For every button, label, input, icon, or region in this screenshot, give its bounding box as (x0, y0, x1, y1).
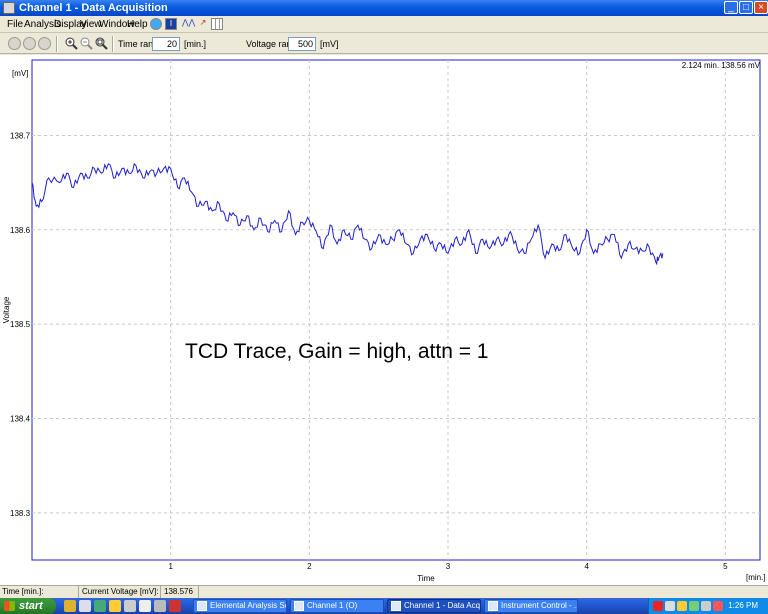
info-icon[interactable]: I (165, 18, 177, 30)
windows-flag-icon (4, 601, 15, 611)
cursor-readout: 2.124 min. 138.56 mV (681, 61, 760, 70)
clock: 1:26 PM (728, 601, 758, 610)
quicklaunch-doc-icon[interactable] (154, 600, 166, 612)
task-label: Elemental Analysis So... (210, 601, 286, 610)
menu-file[interactable]: File (7, 19, 23, 30)
toolbar-separator (56, 36, 58, 52)
x-tick-label: 4 (584, 562, 589, 571)
taskbar: start Elemental Analysis So... Channel 1… (0, 598, 768, 614)
y-tick-label: 138.6 (10, 226, 31, 235)
chart-icon[interactable]: ↗ (197, 18, 209, 30)
tray-volume-icon[interactable] (701, 601, 711, 611)
peaks-icon[interactable]: ⋀⋀ (182, 18, 195, 30)
window-title: Channel 1 - Data Acquisition (19, 2, 168, 14)
task-window-icon (197, 601, 207, 611)
start-button[interactable]: start (0, 598, 56, 614)
status-divider (78, 586, 79, 598)
zoom-out-icon[interactable] (80, 37, 93, 50)
x-tick-label: 5 (723, 562, 728, 571)
y-tick-label: 138.5 (10, 320, 31, 329)
tray-alert-icon[interactable] (713, 601, 723, 611)
y-unit-label: [mV] (12, 69, 29, 78)
quicklaunch-ie-icon[interactable] (64, 600, 76, 612)
task-window-icon (488, 601, 498, 611)
toolbar-separator (112, 36, 114, 52)
y-tick-label: 138.7 (10, 131, 31, 140)
status-divider (160, 586, 161, 598)
status-divider (198, 586, 199, 598)
pause-icon[interactable] (38, 37, 51, 50)
toolbar: Time range [min.] Voltage range [mV] (0, 34, 768, 54)
task-instrument-control[interactable]: Instrument Control - ... (484, 599, 578, 613)
quicklaunch-folder-icon[interactable] (109, 600, 121, 612)
task-channel-1[interactable]: Channel 1 (O) (290, 599, 384, 613)
time-range-input[interactable] (152, 37, 180, 51)
y-tick-label: 138.3 (10, 509, 31, 518)
y-tick-label: 138.4 (10, 414, 31, 423)
zoom-in-icon[interactable] (65, 37, 78, 50)
tray-shield-icon[interactable] (677, 601, 687, 611)
task-label: Channel 1 - Data Acq... (404, 601, 481, 610)
status-time-label: Time [min.]: (2, 587, 44, 596)
globe-icon[interactable] (150, 18, 162, 30)
task-elemental-analysis[interactable]: Elemental Analysis So... (193, 599, 287, 613)
y-axis-title: Voltage (2, 296, 11, 323)
title-bar: Channel 1 - Data Acquisition _ □ × (0, 0, 768, 16)
x-unit-label: [min.] (746, 573, 766, 582)
quicklaunch-tool-icon[interactable] (124, 600, 136, 612)
time-range-unit: [min.] (184, 39, 207, 49)
zoom-fit-icon[interactable] (95, 37, 108, 50)
quicklaunch-paint-icon[interactable] (169, 600, 181, 612)
app-icon (3, 2, 15, 14)
quicklaunch-calc-icon[interactable] (139, 600, 151, 612)
trace-annotation: TCD Trace, Gain = high, attn = 1 (185, 340, 489, 363)
task-label: Channel 1 (O) (307, 601, 358, 610)
x-tick-label: 1 (168, 562, 173, 571)
status-voltage-value: 138.576 (164, 587, 193, 596)
x-tick-label: 2 (307, 562, 312, 571)
voltage-range-input[interactable] (288, 37, 316, 51)
plot-area[interactable]: 1 2 3 4 5 138.7 138.6 138.5 138.4 138.3 Time Voltag… (0, 55, 768, 585)
task-window-icon (294, 601, 304, 611)
menu-help[interactable]: Help (127, 19, 148, 30)
tray-sync-icon[interactable] (689, 601, 699, 611)
quicklaunch-app-icon[interactable] (94, 600, 106, 612)
tray-network-icon[interactable] (665, 601, 675, 611)
tray-record-icon[interactable] (653, 601, 663, 611)
record-icon[interactable] (8, 37, 21, 50)
task-data-acquisition[interactable]: Channel 1 - Data Acq... (387, 599, 481, 613)
voltage-range-unit: [mV] (320, 39, 339, 49)
task-label: Instrument Control - ... (501, 601, 578, 610)
grid-icon[interactable] (211, 18, 223, 30)
maximize-button[interactable]: □ (739, 1, 753, 14)
status-voltage-label: Current Voltage [mV]: (82, 587, 159, 596)
status-bar: Time [min.]: Current Voltage [mV]: 138.5… (0, 585, 768, 598)
x-tick-label: 3 (446, 562, 451, 571)
menu-bar: File Analysis Display View Window Help I… (0, 16, 768, 33)
system-tray: 1:26 PM (648, 598, 768, 614)
stop-icon[interactable] (23, 37, 36, 50)
close-button[interactable]: × (754, 1, 768, 14)
x-axis-title: Time (417, 574, 435, 583)
minimize-button[interactable]: _ (724, 1, 738, 14)
chart-svg[interactable]: 1 2 3 4 5 138.7 138.6 138.5 138.4 138.3 Time Voltag… (0, 55, 768, 585)
start-label: start (19, 600, 43, 612)
quicklaunch-explorer-icon[interactable] (79, 600, 91, 612)
task-window-icon (391, 601, 401, 611)
